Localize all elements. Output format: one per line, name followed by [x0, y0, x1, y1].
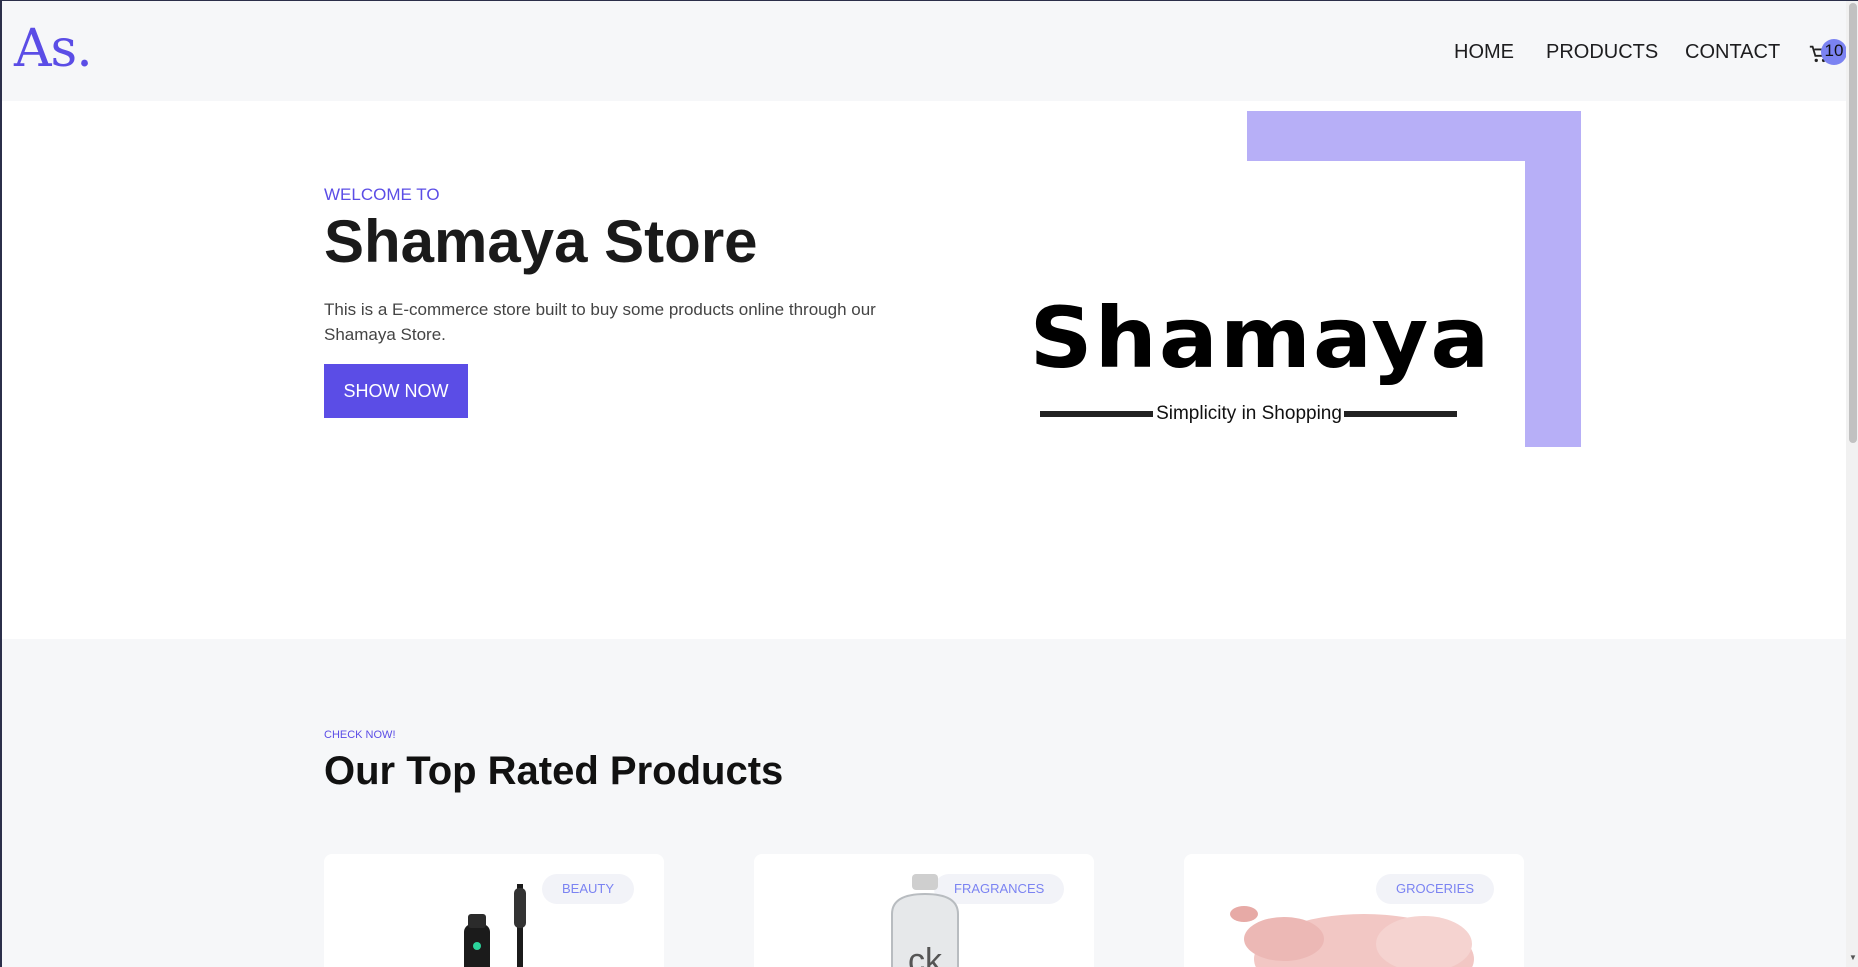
brand-line-right	[1344, 411, 1457, 417]
section-kicker: CHECK NOW!	[324, 729, 396, 741]
svg-text:ck: ck	[908, 942, 943, 967]
decorative-frame-right	[1525, 111, 1581, 447]
product-card[interactable]: BEAUTY	[324, 854, 664, 967]
site-logo[interactable]: As.	[14, 19, 93, 79]
nav-home[interactable]: HOME	[1454, 41, 1514, 65]
section-title: Our Top Rated Products	[324, 749, 784, 793]
cart-button[interactable]: 10	[1808, 39, 1848, 69]
hero-title: Shamaya Store	[324, 208, 758, 275]
ck-perfume-bottle-image: ck	[891, 874, 959, 967]
brand-tagline: Simplicity in Shopping	[1156, 403, 1342, 424]
hero-kicker: WELCOME TO	[324, 185, 440, 204]
nav-contact[interactable]: CONTACT	[1685, 41, 1780, 65]
product-card[interactable]: GROCERIES	[1184, 854, 1524, 967]
scrollbar-thumb[interactable]	[1849, 3, 1857, 443]
site-header: As. HOME PRODUCTS CONTACT 10	[2, 1, 1848, 101]
cart-count-badge: 10	[1821, 39, 1847, 65]
raw-chicken-image	[1230, 906, 1474, 967]
scroll-down-arrow-icon[interactable]: ▼	[1849, 953, 1857, 962]
brand-line-left	[1040, 411, 1153, 417]
mascara-image	[464, 884, 526, 967]
category-tag: BEAUTY	[542, 874, 635, 904]
nav-products[interactable]: PRODUCTS	[1546, 41, 1658, 65]
product-card[interactable]: FRAGRANCES ck	[754, 854, 1094, 967]
show-now-button[interactable]: SHOW NOW	[324, 364, 468, 418]
page-scrollbar[interactable]: ▼	[1846, 1, 1858, 967]
brand-logo-word: Shamaya	[1029, 289, 1492, 387]
hero-description: This is a E-commerce store built to buy …	[324, 300, 876, 344]
